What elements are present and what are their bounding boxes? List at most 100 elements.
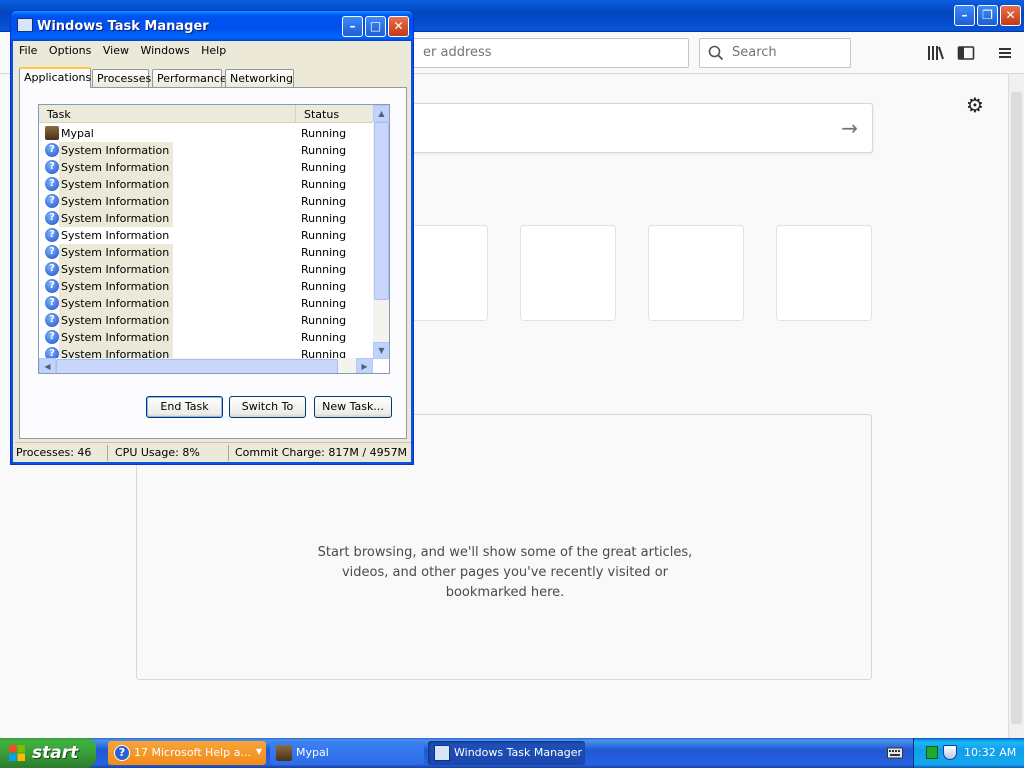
table-row[interactable]: ? System Information Running — [39, 278, 373, 295]
menu-file[interactable]: File — [15, 41, 41, 57]
top-site-tile[interactable] — [520, 225, 616, 321]
list-vertical-scrollbar[interactable]: ▲ ▼ — [373, 105, 389, 359]
network-status-icon[interactable] — [926, 746, 938, 759]
system-tray: 10:32 AM — [913, 738, 1024, 768]
table-row[interactable]: ? System Information Running — [39, 312, 373, 329]
dropdown-arrow-icon: ▼ — [255, 747, 262, 756]
table-row[interactable]: ? System Information Running — [39, 261, 373, 278]
keyboard-icon[interactable] — [887, 746, 903, 760]
page-scrollbar[interactable] — [1008, 74, 1024, 738]
menu-bar: File Options View Windows Help — [15, 41, 411, 61]
restore-button[interactable]: ❐ — [977, 5, 998, 26]
maximize-button[interactable]: □ — [365, 16, 386, 37]
search-placeholder: Search — [732, 45, 777, 60]
taskbar-item-help-group[interactable]: ? 17 Microsoft Help a... ▼ — [108, 741, 266, 765]
page-scrollbar-thumb[interactable] — [1011, 92, 1022, 724]
table-row[interactable]: ? System Information Running — [39, 176, 373, 193]
tab-processes[interactable]: Processes — [92, 69, 151, 87]
list-header: Task Status — [39, 105, 373, 123]
url-bar[interactable]: er address — [410, 38, 689, 68]
menu-windows[interactable]: Windows — [136, 41, 193, 57]
end-task-button[interactable]: End Task — [146, 396, 223, 418]
task-list[interactable]: Task Status Mypal Running? System Informat… — [38, 104, 390, 374]
scroll-up-arrow-icon[interactable]: ▲ — [373, 105, 389, 122]
help-icon: ? — [45, 330, 59, 344]
applications-panel: Task Status Mypal Running? System Informat… — [19, 87, 407, 439]
task-name: System Information — [59, 193, 174, 210]
clock[interactable]: 10:32 AM — [964, 746, 1016, 759]
task-manager-titlebar[interactable]: Windows Task Manager – □ ✕ — [11, 11, 413, 41]
menu-help[interactable]: Help — [197, 41, 230, 57]
scroll-down-arrow-icon[interactable]: ▼ — [373, 342, 389, 359]
highlights-line: Start browsing, and we'll show some of t… — [317, 545, 693, 560]
table-row[interactable]: ? System Information Running — [39, 159, 373, 176]
help-icon: ? — [45, 177, 59, 191]
start-button[interactable]: start — [0, 738, 96, 768]
help-icon: ? — [45, 279, 59, 293]
task-status: Running — [301, 331, 347, 344]
task-status: Running — [301, 161, 347, 174]
table-row[interactable]: ? System Information Running — [39, 244, 373, 261]
taskbar-item-label: 17 Microsoft Help a... — [134, 746, 251, 759]
table-row[interactable]: ? System Information Running — [39, 210, 373, 227]
status-divider — [107, 445, 108, 461]
top-site-tile[interactable] — [648, 225, 744, 321]
task-status: Running — [301, 195, 347, 208]
scroll-left-arrow-icon[interactable]: ◀ — [39, 358, 56, 373]
tab-networking[interactable]: Networking — [225, 69, 294, 87]
tab-performance[interactable]: Performance — [152, 69, 227, 87]
newtab-search-box[interactable]: → — [405, 103, 873, 153]
minimize-button[interactable]: – — [342, 16, 363, 37]
scroll-right-arrow-icon[interactable]: ▶ — [356, 358, 373, 373]
list-scrollbar-thumb[interactable] — [374, 122, 389, 300]
table-row[interactable]: ? System Information Running — [39, 142, 373, 159]
windows-logo-icon — [9, 745, 25, 761]
table-row[interactable]: ? System Information Running — [39, 329, 373, 346]
task-status: Running — [301, 212, 347, 225]
switch-to-button[interactable]: Switch To — [229, 396, 306, 418]
security-shield-icon[interactable] — [943, 745, 957, 760]
menu-icon[interactable] — [995, 43, 1015, 63]
taskbar-item-mypal[interactable]: Mypal — [270, 741, 424, 765]
task-name: System Information — [59, 244, 174, 261]
task-status: Running — [301, 297, 347, 310]
tab-applications[interactable]: Applications — [19, 67, 91, 88]
task-name: System Information — [59, 176, 174, 193]
minimize-button[interactable]: – — [954, 5, 975, 26]
list-horizontal-scrollbar[interactable]: ◀ ▶ — [39, 358, 373, 373]
list-hscrollbar-thumb[interactable] — [56, 359, 338, 373]
help-icon: ? — [114, 745, 130, 761]
task-name: System Information — [59, 261, 174, 278]
gear-icon[interactable]: ⚙ — [966, 93, 984, 117]
column-task[interactable]: Task — [47, 108, 71, 121]
column-status[interactable]: Status — [295, 105, 373, 123]
table-row[interactable]: ? System Information Running — [39, 227, 373, 244]
help-icon: ? — [45, 211, 59, 225]
highlights-line: bookmarked here. — [445, 585, 565, 600]
close-button[interactable]: ✕ — [1000, 5, 1021, 26]
task-name: System Information — [59, 329, 174, 346]
search-bar[interactable]: Search — [699, 38, 851, 68]
help-icon: ? — [45, 194, 59, 208]
mypal-icon — [276, 745, 292, 761]
table-row[interactable]: ? System Information Running — [39, 193, 373, 210]
menu-view[interactable]: View — [99, 41, 133, 57]
new-task-button[interactable]: New Task... — [314, 396, 392, 418]
help-icon: ? — [45, 245, 59, 259]
sidebar-icon[interactable] — [956, 43, 976, 63]
taskbar-item-task-manager[interactable]: Windows Task Manager — [428, 741, 585, 765]
task-status: Running — [301, 144, 347, 157]
top-site-tile[interactable] — [776, 225, 872, 321]
task-manager-window: Windows Task Manager – □ ✕ File Options … — [10, 10, 414, 465]
table-row[interactable]: Mypal Running — [39, 125, 373, 142]
task-name: System Information — [59, 295, 174, 312]
window-title: Windows Task Manager — [37, 19, 209, 34]
close-button[interactable]: ✕ — [388, 16, 409, 37]
menu-options[interactable]: Options — [45, 41, 95, 57]
arrow-right-icon[interactable]: → — [841, 116, 858, 140]
library-icon[interactable] — [925, 43, 945, 63]
task-name: Mypal — [59, 125, 98, 142]
mypal-icon — [45, 126, 59, 140]
task-name: System Information — [59, 210, 174, 227]
table-row[interactable]: ? System Information Running — [39, 295, 373, 312]
